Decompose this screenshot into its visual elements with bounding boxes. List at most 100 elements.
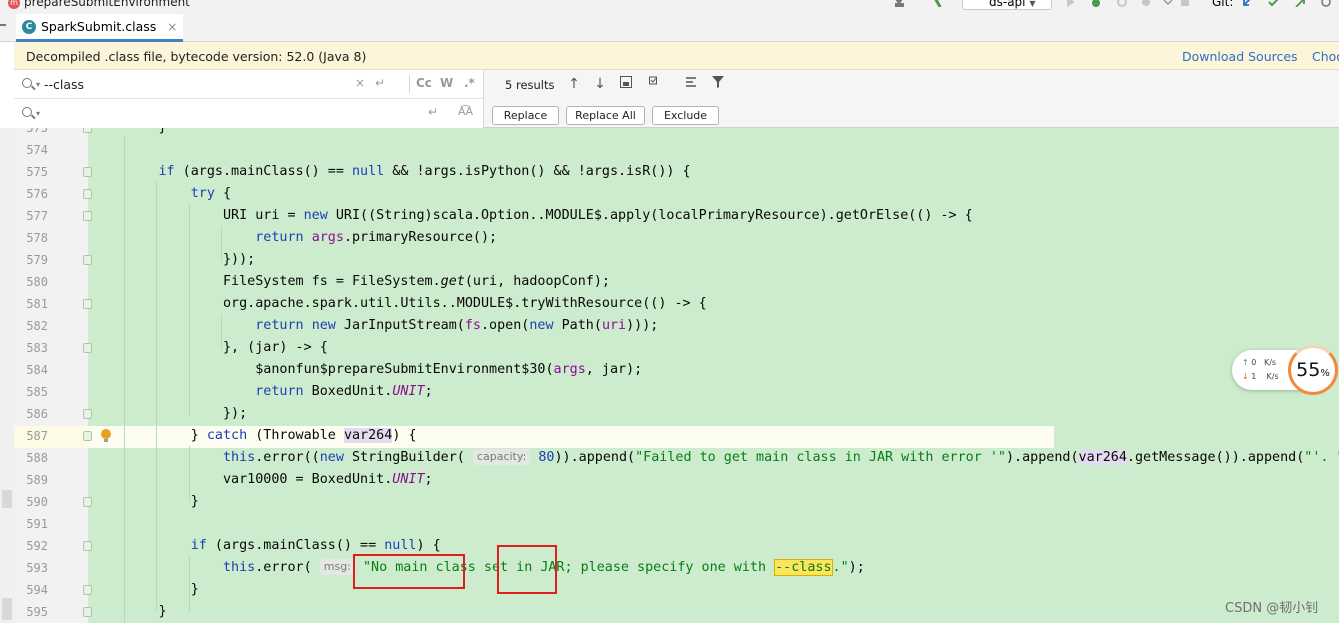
replace-field: ▾ ↵ A͡A [14, 99, 484, 128]
match-case-toggle[interactable]: Cc [416, 76, 432, 90]
upload-arrow-icon: ↑ [1242, 358, 1249, 367]
code-text: try { [190, 186, 232, 201]
download-sources-link[interactable]: Download Sources [1182, 49, 1298, 64]
code-line: 582 return new JarInputStream(fs.open(ne… [0, 315, 1339, 337]
filter-search-results-icon[interactable] [647, 75, 665, 93]
fold-marker[interactable] [83, 409, 92, 419]
replace-input[interactable] [44, 104, 344, 122]
code-editor[interactable]: 573 } 574 575 if (args.mainClass() == nu… [0, 128, 1339, 623]
build-hammer-icon[interactable] [933, 0, 946, 8]
code-line: 581 org.apache.spark.util.Utils..MODULE$… [0, 293, 1339, 315]
search-input[interactable] [44, 75, 344, 93]
fold-marker[interactable] [83, 255, 92, 265]
replace-new-line-icon[interactable]: ↵ [428, 105, 438, 119]
replace-history-dropdown-icon[interactable]: ▾ [36, 109, 40, 118]
fold-marker[interactable] [83, 607, 92, 617]
code-text: })); [94, 252, 256, 267]
fold-marker[interactable] [83, 167, 92, 177]
code-text: this.error( msg: "No main class set in J… [223, 559, 865, 576]
code-line: 593 this.error( msg: "No main class set … [0, 557, 1339, 579]
filter-icon[interactable] [709, 75, 727, 93]
code-text: return BoxedUnit.UNIT; [255, 384, 433, 399]
code-text: }); [94, 406, 248, 421]
run-configuration-label: ds-api [989, 0, 1026, 9]
line-number: 590 [26, 495, 48, 509]
run-configuration-select[interactable]: ds-api ▼ [962, 0, 1052, 10]
fold-marker[interactable] [83, 431, 92, 441]
memory-usage-gauge[interactable]: 55% [1288, 345, 1338, 395]
find-replace-panel: ▾ × ↵ Cc W .* ▾ ↵ A͡A 5 results ↑ ↓ Repl… [14, 70, 1339, 128]
upload-speed: ↑ 0 K/s [1242, 358, 1276, 367]
select-all-occurrences-icon[interactable] [617, 75, 635, 93]
fold-marker[interactable] [83, 299, 92, 309]
line-number: 573 [26, 128, 48, 135]
git-update-icon[interactable] [1242, 0, 1254, 6]
panel-collapse-handle[interactable] [0, 24, 6, 26]
download-speed: ↓ 1 K/s [1242, 372, 1279, 381]
fold-marker[interactable] [83, 128, 92, 133]
annotation-box-in-jar [497, 545, 557, 594]
code-line: 574 [0, 139, 1339, 161]
new-line-icon[interactable]: ↵ [375, 76, 385, 90]
tab-sparksubmit-class[interactable]: C SparkSubmit.class × [16, 14, 184, 42]
code-text: } [94, 582, 199, 597]
line-number: 593 [26, 561, 48, 575]
fold-marker[interactable] [83, 541, 92, 551]
code-text: } [94, 604, 167, 619]
close-tab-icon[interactable]: × [167, 20, 177, 34]
stop-icon[interactable] [1180, 0, 1192, 6]
git-history-icon[interactable] [1320, 0, 1332, 7]
method-icon: m [8, 0, 20, 9]
upload-value: 0 [1251, 358, 1257, 367]
search-history-dropdown-icon[interactable]: ▾ [36, 80, 40, 89]
download-unit: K/s [1266, 372, 1279, 381]
replace-button[interactable]: Replace [492, 106, 559, 125]
previous-occurrence-icon[interactable]: ↑ [565, 75, 583, 93]
code-line: 583 }, (jar) -> { [0, 337, 1339, 359]
search-results-count: 5 results [505, 78, 555, 92]
run-icon[interactable] [1066, 0, 1078, 7]
download-value: 1 [1251, 372, 1257, 381]
preserve-case-icon[interactable]: A͡A [458, 105, 473, 118]
replace-search-icon[interactable] [22, 107, 32, 117]
search-icon[interactable] [22, 78, 32, 88]
words-toggle[interactable]: W [440, 76, 453, 90]
clear-search-icon[interactable]: × [355, 76, 365, 90]
main-toolbar: m prepareSubmitEnvironment ds-api ▼ Git: [0, 0, 1339, 14]
annotation-box-main-class [353, 554, 465, 589]
code-line: 578 return args.primaryResource(); [0, 227, 1339, 249]
code-text: } [94, 128, 166, 139]
fold-marker[interactable] [83, 343, 92, 353]
fold-marker[interactable] [83, 497, 92, 507]
code-line: 586 }); [0, 403, 1339, 425]
next-occurrence-icon[interactable]: ↓ [591, 75, 609, 93]
user-icon[interactable] [894, 0, 906, 7]
coverage-icon[interactable] [1116, 0, 1128, 7]
line-number: 575 [26, 165, 48, 179]
git-commit-icon[interactable] [1268, 0, 1280, 7]
git-push-icon[interactable] [1294, 0, 1306, 8]
code-line: 573 } [0, 128, 1339, 139]
exclude-button[interactable]: Exclude [652, 106, 719, 125]
fold-marker[interactable] [83, 189, 92, 199]
regex-toggle[interactable]: .* [464, 76, 475, 90]
network-speed-widget[interactable]: ↑ 0 K/s ↓ 1 K/s 55% [1232, 345, 1338, 395]
choose-sources-link[interactable]: Choo [1312, 49, 1339, 64]
more-run-icon[interactable] [1162, 0, 1174, 6]
options-divider [409, 75, 410, 93]
line-number: 586 [26, 407, 48, 421]
profile-icon[interactable] [1140, 0, 1152, 6]
fold-marker[interactable] [83, 585, 92, 595]
breadcrumb[interactable]: m prepareSubmitEnvironment [8, 0, 190, 9]
replace-all-button[interactable]: Replace All [566, 106, 645, 125]
memory-usage-value: 55 [1296, 359, 1321, 381]
fold-marker[interactable] [83, 211, 92, 221]
code-line: 595 } [0, 601, 1339, 623]
editor-tab-bar: C SparkSubmit.class × [0, 14, 1339, 42]
code-text: $anonfun$prepareSubmitEnvironment$30(arg… [94, 362, 643, 377]
line-number: 591 [26, 517, 48, 531]
line-number: 583 [26, 341, 48, 355]
in-selection-icon[interactable] [683, 75, 701, 93]
debug-icon[interactable] [1090, 0, 1102, 7]
